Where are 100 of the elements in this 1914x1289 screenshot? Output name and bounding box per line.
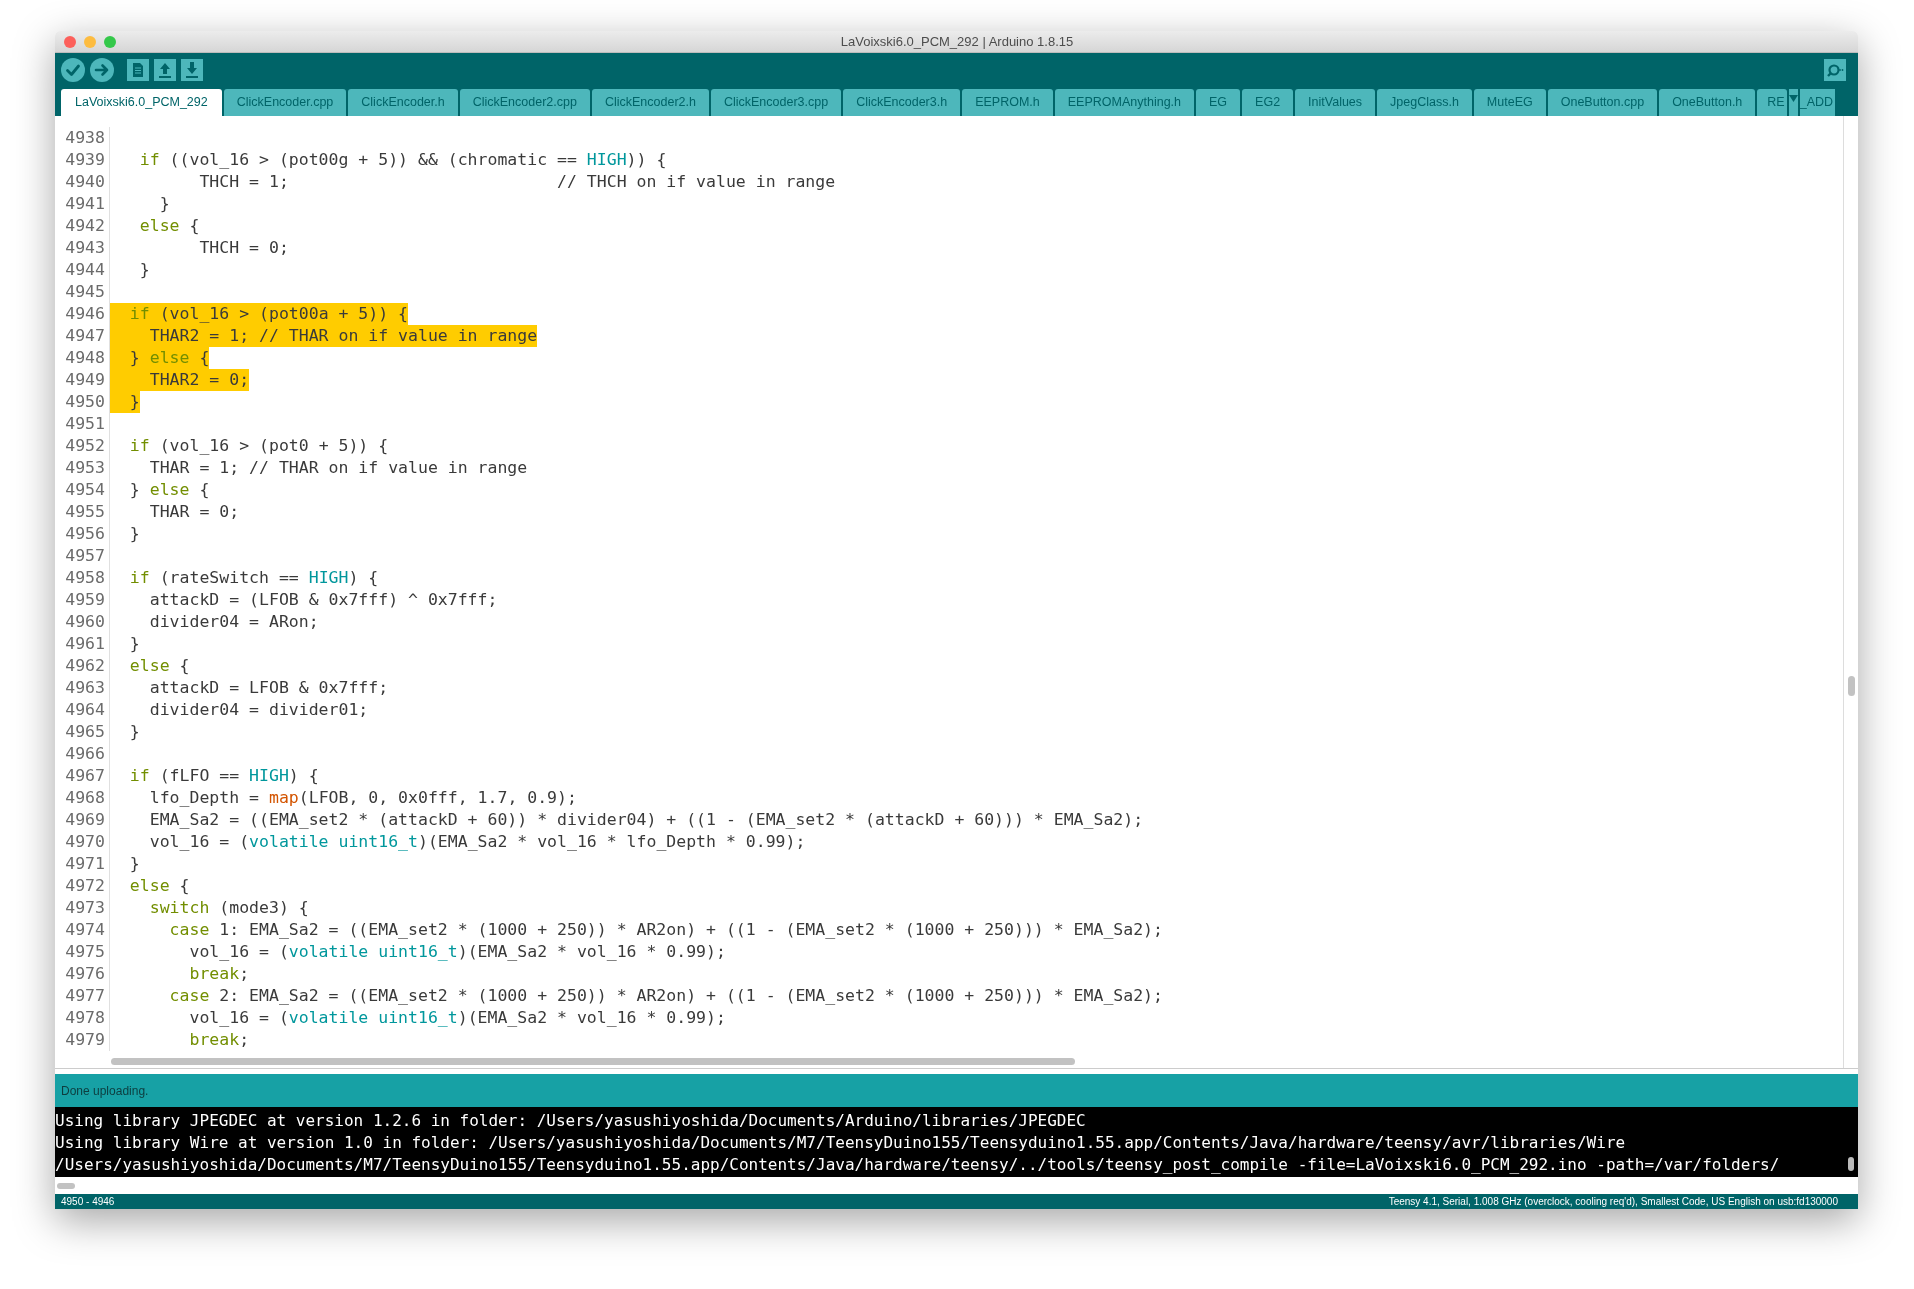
line-number: 4963 [55,677,110,699]
code-line: vol_16 = (volatile uint16_t)(EMA_Sa2 * vol_16 * lfo_Depth * 0.99); [148,831,806,853]
file-tab[interactable]: EG2 [1242,89,1294,116]
code-line: } [128,853,140,875]
code-line: attackD = LFOB & 0x7fff; [148,677,389,699]
line-number: 4960 [55,611,110,633]
line-range: 4950 - 4946 [61,1195,115,1209]
line-number: 4958 [55,567,110,589]
console-line: Using library Wire at version 1.0 in folder: /Users/yasushiyoshida/Documents/M7/TeensyDuino155/Teensyduino1.55.app/Contents/Java/hardware/teensy/avr/libraries/Wire [55,1132,1626,1154]
code-line: vol_16 = (volatile uint16_t)(EMA_Sa2 * vol_16 * 0.99); [188,941,726,963]
line-number: 4957 [55,545,110,567]
line-number: 4970 [55,831,110,853]
line-number: 4951 [55,413,110,435]
file-tab[interactable]: ClickEncoder.h [348,89,458,116]
new-file-button[interactable] [127,58,149,81]
file-tab[interactable]: OneButton.h [1659,89,1756,116]
code-line: } [158,193,170,215]
board-info: Teensy 4.1, Serial, 1.008 GHz (overclock, cooling req'd), Smallest Code, US English on usb:fd130000 [1388,1195,1839,1209]
line-number: 4977 [55,985,110,1007]
code-line: THAR = 1; // THAR on if value in range [148,457,528,479]
line-number: 4961 [55,633,110,655]
file-tab[interactable]: ClickEncoder.cpp [223,89,347,116]
line-number: 4974 [55,919,110,941]
file-tab[interactable]: JpegClass.h [1377,89,1472,116]
serial-monitor-button[interactable] [1824,58,1846,81]
line-number: 4942 [55,215,110,237]
code-line: } [128,633,140,655]
file-tab[interactable]: OneButton.cpp [1547,89,1658,116]
code-line: attackD = (LFOB & 0x7fff) ^ 0x7fff; [148,589,498,611]
code-line: else { [138,215,200,237]
line-number: 4959 [55,589,110,611]
close-button[interactable] [64,35,76,48]
code-line: THCH = 1; // THCH on if value in range [198,171,836,193]
code-line: THAR = 0; [148,501,240,523]
line-number: 4939 [55,149,110,171]
line-number: 4938 [55,127,110,149]
file-tab[interactable]: EEPROMAnything.h [1054,89,1194,116]
console-line: Using library JPEGDEC at version 1.2.6 in folder: /Users/yasushiyoshida/Documents/Arduino/libraries/JPEGDEC [55,1110,1086,1132]
code-line: if (rateSwitch == HIGH) { [128,567,379,589]
line-number: 4966 [55,743,110,765]
code-line: vol_16 = (volatile uint16_t)(EMA_Sa2 * vol_16 * 0.99); [188,1007,726,1029]
open-button[interactable] [154,58,176,81]
file-tab[interactable]: ClickEncoder2.cpp [459,89,590,116]
file-tab[interactable]: InitValues [1295,89,1376,116]
line-number: 4955 [55,501,110,523]
code-line: if ((vol_16 > (pot00g + 5)) && (chromatic == HIGH)) { [138,149,667,171]
save-button[interactable] [181,58,203,81]
code-line: } [138,259,150,281]
code-line: case 1: EMA_Sa2 = ((EMA_set2 * (1000 + 250)) * AR2on) + ((1 - (EMA_set2 * (1000 + 250))) * EMA_Sa2); [168,919,1163,941]
tab-label[interactable]: _ADD [1799,89,1836,116]
file-tab[interactable]: RE [1757,89,1787,116]
line-number: 4943 [55,237,110,259]
code-line: lfo_Depth = map(LFOB, 0, 0x0fff, 1.7, 0.9); [148,787,577,809]
code-line: } else { [128,479,210,501]
file-tab[interactable]: EG [1196,89,1241,116]
zoom-button[interactable] [104,35,116,48]
code-line: break; [188,963,250,985]
file-tab[interactable]: ClickEncoder2.h [591,89,709,116]
verify-button[interactable] [61,57,85,82]
code-line: break; [188,1029,250,1051]
file-tab[interactable]: MuteEG [1473,89,1546,116]
file-tab[interactable]: EEPROM.h [962,89,1053,116]
code-line: if (fLFO == HIGH) { [128,765,319,787]
status-message: Done uploading. [61,1082,149,1100]
line-number: 4978 [55,1007,110,1029]
line-number: 4967 [55,765,110,787]
line-number: 4940 [55,171,110,193]
code-line: EMA_Sa2 = ((EMA_set2 * (attackD + 60)) * divider04) + ((1 - (EMA_set2 * (attackD + 60))) * EMA_Sa2); [148,809,1144,831]
tab-menu-caret-icon[interactable] [1788,95,1798,102]
console-scrollbar-thumb[interactable] [1848,1157,1854,1171]
console-scrollbar-thumb[interactable] [57,1182,75,1189]
code-line: } [128,523,140,545]
horizontal-scrollbar-thumb[interactable] [111,1057,1075,1065]
console-line: /Users/yasushiyoshida/Documents/M7/TeensyDuino155/Teensyduino1.55.app/Contents/Java/hardware/teensy/../tools/teensy_post_compile -file=LaVoixski6.0_PCM_292.ino -path=/var/folders/ [55,1154,1780,1176]
line-number: 4976 [55,963,110,985]
line-number: 4971 [55,853,110,875]
line-number: 4945 [55,281,110,303]
line-number: 4975 [55,941,110,963]
code-line: divider04 = divider01; [148,699,369,721]
line-number: 4972 [55,875,110,897]
line-number: 4964 [55,699,110,721]
file-tab[interactable]: ClickEncoder3.cpp [710,89,842,116]
line-number: 4952 [55,435,110,457]
upload-button[interactable] [90,57,114,82]
line-number: 4969 [55,809,110,831]
code-line: case 2: EMA_Sa2 = ((EMA_set2 * (1000 + 250)) * AR2on) + ((1 - (EMA_set2 * (1000 + 250))) * EMA_Sa2); [168,985,1163,1007]
code-line: else { [128,655,190,677]
line-number: 4953 [55,457,110,479]
file-tab[interactable]: LaVoixski6.0_PCM_292 [61,89,222,116]
line-number: 4968 [55,787,110,809]
line-number: 4941 [55,193,110,215]
vertical-scrollbar-thumb[interactable] [1848,676,1855,696]
code-line: } [128,721,140,743]
file-tab[interactable]: ClickEncoder3.h [843,89,961,116]
line-number: 4973 [55,897,110,919]
code-line: else { [128,875,190,897]
window-title: LaVoixski6.0_PCM_292 | Arduino 1.8.15 [840,32,1074,51]
code-line: THCH = 0; [198,237,289,259]
line-number: 4979 [55,1029,110,1051]
code-line: divider04 = ARon; [148,611,319,633]
